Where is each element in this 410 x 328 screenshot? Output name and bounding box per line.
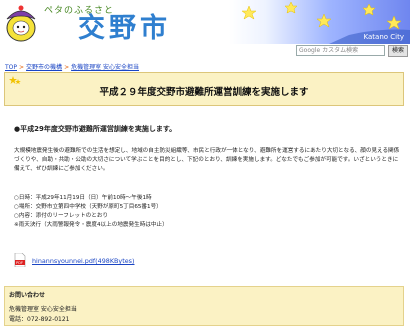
site-header: ペタのふるさと 交野市 Katano City Google カスタム検索 検索 (0, 0, 410, 57)
contact-heading: お問い合わせ (9, 292, 46, 299)
banner-english-name: Katano City (363, 33, 404, 41)
breadcrumb: TOP > 交野市の機構 > 危機管理室 安心安全担当 (5, 62, 139, 71)
site-title[interactable]: 交野市 (78, 14, 171, 44)
pdf-file-icon: PDF (14, 253, 26, 267)
detail-date: ○日時：平成29年11月19日（日）午前10時～午後1時 (14, 195, 152, 201)
breadcrumb-department[interactable]: 危機管理室 安心安全担当 (71, 64, 139, 71)
description-paragraph: 大規模地震発生後の避難所での生活を想定し、地域の自主防災組織等、市民と行政が一体… (14, 148, 400, 172)
pdf-download-link[interactable]: hinannsyounnei.pdf(498KBytes) (32, 257, 134, 265)
detail-place: ○場所：交野市立第四中学校（天野が原町5丁目65番1号） (14, 204, 162, 210)
detail-content: ○内容：添付のリーフレットのとおり (14, 213, 109, 219)
mascot-logo-icon (6, 5, 36, 42)
breadcrumb-top[interactable]: TOP (5, 64, 17, 71)
detail-weather-note: ※雨天決行（大雨警報発令・震度4以上の地震発生時は中止） (14, 222, 168, 228)
contact-department: 危機管理室 安心安全担当 (9, 306, 77, 313)
breadcrumb-separator-icon: > (19, 64, 25, 71)
search-button[interactable]: 検索 (388, 45, 408, 57)
svg-text:PDF: PDF (16, 261, 23, 265)
contact-box: お問い合わせ 危機管理室 安心安全担当 電話：072-892-0121 (4, 286, 404, 326)
header-banner: Katano City (229, 0, 410, 44)
page-title-box: 平成２９年度交野市避難所運営訓練を実施します (4, 72, 404, 106)
search-input[interactable]: Google カスタム検索 (296, 45, 385, 56)
page-title: 平成２９年度交野市避難所運営訓練を実施します (99, 87, 309, 98)
section-heading: ●平成29年度交野市避難所運営訓練を実施します。 (14, 125, 177, 133)
breadcrumb-organization[interactable]: 交野市の機構 (26, 64, 62, 71)
breadcrumb-separator-icon: > (64, 64, 70, 71)
contact-phone: 電話：072-892-0121 (9, 316, 70, 323)
